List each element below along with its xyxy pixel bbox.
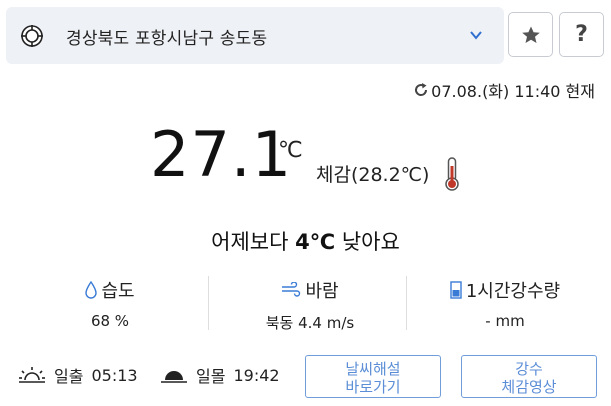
wind-label: 바람 bbox=[305, 281, 339, 302]
help-label: ? bbox=[575, 22, 588, 47]
chevron-down-icon[interactable] bbox=[468, 27, 484, 43]
rain-video-line2: 체감영상 bbox=[501, 377, 557, 396]
wind-stat: 바람 북동 4.4 m/s bbox=[210, 278, 410, 333]
stat-divider bbox=[208, 276, 209, 330]
rainfall-stat: 1시간강수량 - mm bbox=[405, 278, 605, 330]
location-selector[interactable]: 경상북도 포항시남구 송도동 bbox=[6, 7, 504, 64]
rain-video-line1: 강수 bbox=[515, 359, 543, 378]
weather-explanation-line2: 바로가기 bbox=[345, 377, 401, 396]
refresh-icon[interactable] bbox=[413, 82, 429, 98]
rainfall-label: 1시간강수량 bbox=[465, 281, 561, 302]
temperature-unit: ℃ bbox=[278, 138, 303, 163]
weather-explanation-button[interactable]: 날씨해설 바로가기 bbox=[305, 355, 441, 398]
sunset-time: 19:42 bbox=[233, 365, 280, 385]
sunset-label: 일몰 bbox=[196, 367, 226, 386]
sunset-icon bbox=[161, 371, 187, 383]
sunrise: 일출 05:13 bbox=[18, 363, 138, 387]
current-temperature: 27.1 bbox=[150, 118, 293, 191]
humidity-label: 습도 bbox=[101, 281, 135, 302]
star-icon bbox=[521, 26, 540, 43]
location-name[interactable]: 경상북도 포항시남구 송도동 bbox=[66, 24, 267, 49]
update-time-text: 07.08.(화) 11:40 현재 bbox=[431, 82, 595, 101]
humidity-stat: 습도 68 % bbox=[10, 278, 210, 330]
rainfall-value: - mm bbox=[485, 312, 525, 330]
comparison-amount: 4℃ bbox=[295, 230, 336, 254]
help-button[interactable]: ? bbox=[559, 12, 604, 57]
sunrise-icon bbox=[19, 367, 45, 383]
sunrise-label: 일출 bbox=[54, 367, 84, 386]
weather-explanation-line1: 날씨해설 bbox=[345, 359, 401, 378]
comparison-prefix: 어제보다 bbox=[211, 230, 296, 254]
wind-icon bbox=[282, 282, 301, 297]
favorite-button[interactable] bbox=[508, 12, 553, 57]
update-time: 07.08.(화) 11:40 현재 bbox=[413, 78, 595, 102]
comparison-suffix: 낮아요 bbox=[335, 230, 400, 254]
yesterday-comparison: 어제보다 4℃ 낮아요 bbox=[0, 226, 611, 256]
thermometer-icon bbox=[445, 157, 459, 191]
sunrise-time: 05:13 bbox=[91, 365, 138, 385]
rain-gauge-icon bbox=[450, 281, 462, 299]
sunset: 일몰 19:42 bbox=[160, 363, 280, 387]
humidity-value: 68 % bbox=[90, 312, 130, 330]
rain-video-button[interactable]: 강수 체감영상 bbox=[461, 355, 597, 398]
water-drop-icon bbox=[85, 281, 98, 299]
current-location-icon[interactable] bbox=[20, 24, 44, 48]
wind-value: 북동 4.4 m/s bbox=[265, 314, 355, 332]
feels-like-temperature: 체감(28.2℃) bbox=[316, 164, 430, 186]
